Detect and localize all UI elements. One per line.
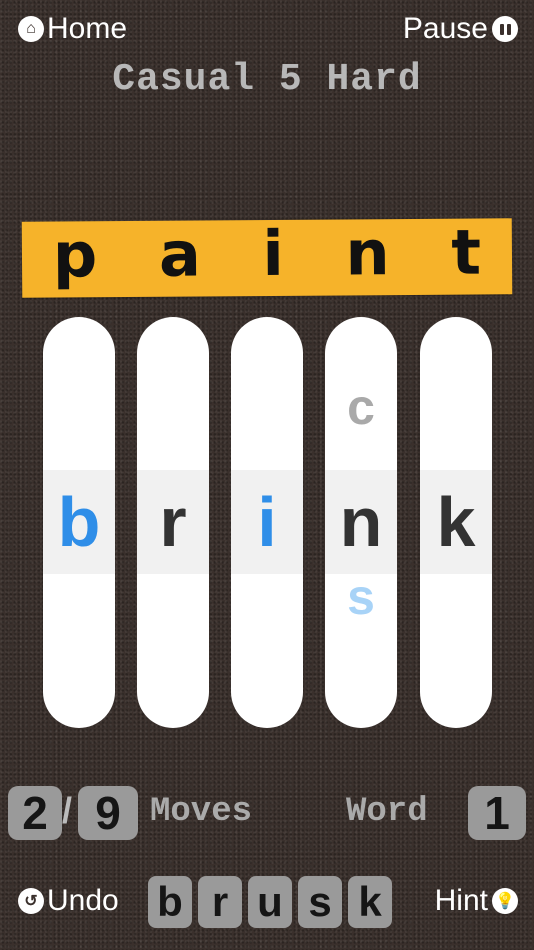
undo-icon: ↺ <box>18 888 44 914</box>
letter-wheel-4[interactable]: c n s <box>325 317 397 728</box>
word-number: 1 <box>468 786 526 840</box>
home-button[interactable]: ⌂ Home <box>18 12 127 46</box>
word-label: Word <box>346 793 428 831</box>
current-letter: i <box>257 483 277 561</box>
moves-label: Moves <box>150 793 253 831</box>
undo-button[interactable]: ↺ Undo <box>18 884 119 918</box>
next-letter: s <box>347 569 375 625</box>
start-word-tile: u <box>248 876 292 928</box>
pause-icon <box>492 16 518 42</box>
undo-label: Undo <box>47 884 119 917</box>
previous-letter: c <box>347 379 375 435</box>
start-word-tile: k <box>348 876 392 928</box>
start-word-tiles: b r u s k <box>148 876 392 928</box>
target-letter: t <box>451 215 482 289</box>
level-title: Casual 5 Hard <box>112 58 422 101</box>
home-label: Home <box>47 12 128 45</box>
pause-label: Pause <box>402 12 488 45</box>
letter-wheel-3[interactable]: i <box>231 317 303 728</box>
start-word-tile: r <box>198 876 242 928</box>
target-letter: a <box>158 217 202 291</box>
lightbulb-icon: 💡 <box>492 888 518 914</box>
current-letter: b <box>57 483 101 561</box>
home-icon: ⌂ <box>18 16 44 42</box>
current-letter: n <box>339 483 383 561</box>
hint-button[interactable]: Hint 💡 <box>435 884 518 918</box>
moves-separator: / <box>62 790 73 831</box>
letter-wheel-2[interactable]: r <box>137 317 209 728</box>
letter-wheel-5[interactable]: k <box>420 317 492 728</box>
target-letter: i <box>262 216 285 291</box>
target-word-tape: p a i n t <box>21 215 513 298</box>
hint-label: Hint <box>434 884 488 917</box>
moves-current: 2 <box>8 786 62 840</box>
target-letter: n <box>345 216 390 290</box>
current-letter: k <box>436 483 476 561</box>
start-word-tile: b <box>148 876 192 928</box>
target-letter: p <box>52 218 98 292</box>
current-letter: r <box>159 483 187 561</box>
pause-button[interactable]: Pause <box>403 12 518 46</box>
moves-max: 9 <box>78 786 138 840</box>
start-word-tile: s <box>298 876 342 928</box>
letter-wheel-1[interactable]: b <box>43 317 115 728</box>
